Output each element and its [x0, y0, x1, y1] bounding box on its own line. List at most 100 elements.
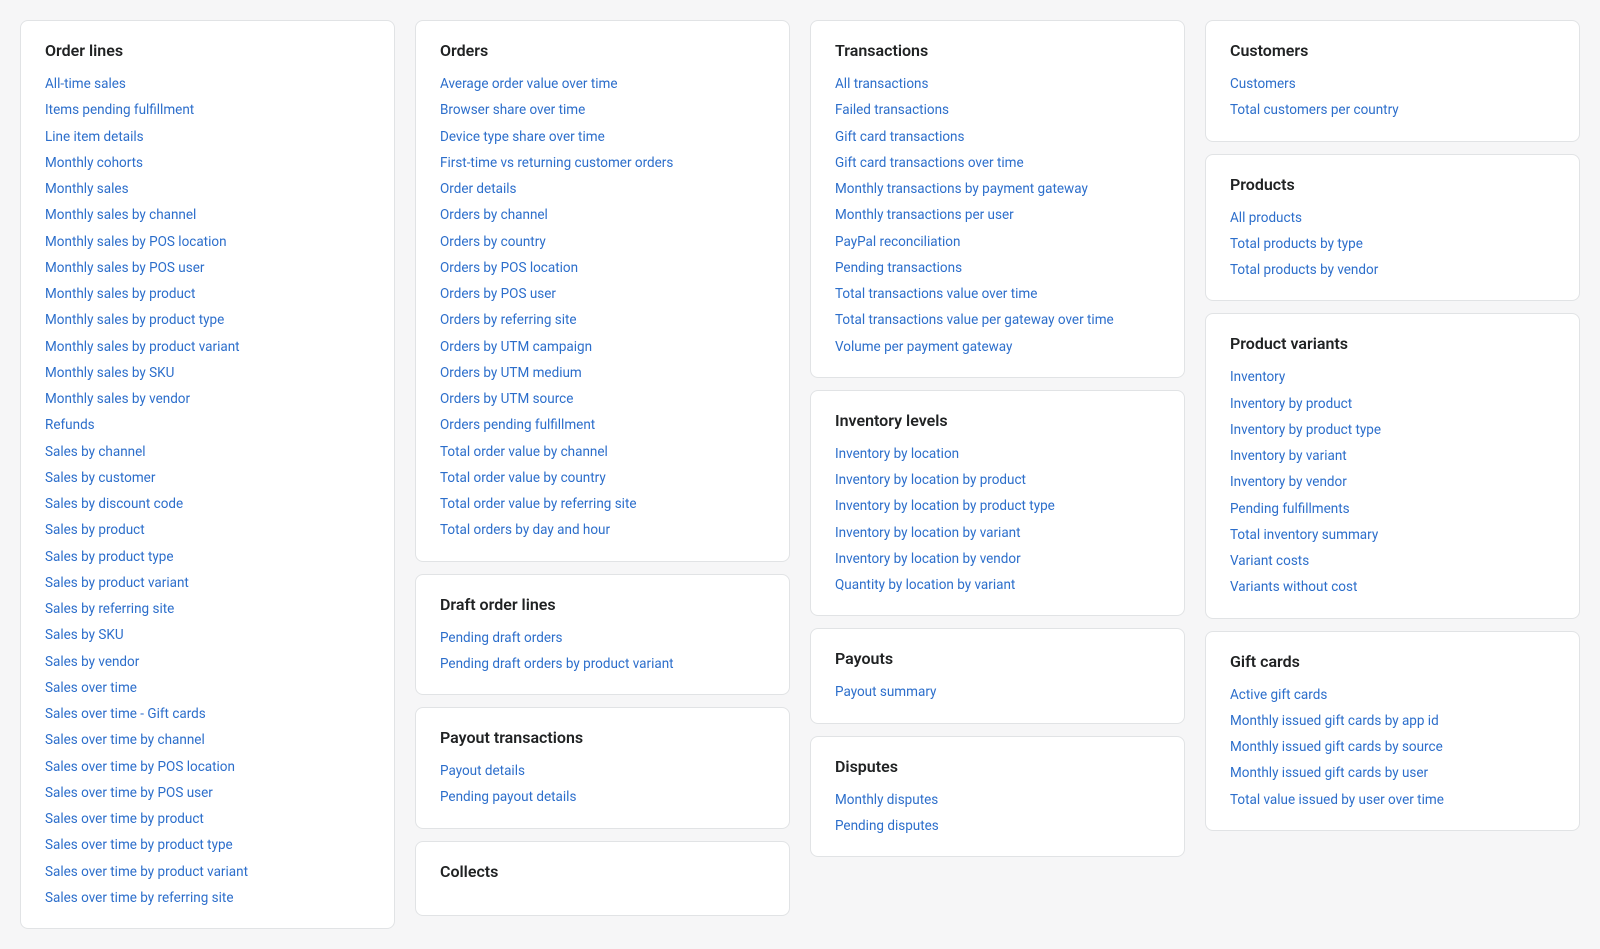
card-products-card: ProductsAll productsTotal products by ty… — [1205, 154, 1580, 302]
report-link[interactable]: Pending payout details — [440, 787, 765, 807]
report-link[interactable]: Monthly sales by vendor — [45, 389, 370, 409]
report-link[interactable]: Monthly sales by product type — [45, 310, 370, 330]
report-link[interactable]: Sales over time - Gift cards — [45, 704, 370, 724]
report-link[interactable]: Average order value over time — [440, 74, 765, 94]
report-link[interactable]: Inventory by location by variant — [835, 523, 1160, 543]
report-link[interactable]: Total order value by country — [440, 468, 765, 488]
report-link[interactable]: Order details — [440, 179, 765, 199]
report-link[interactable]: Pending draft orders — [440, 628, 765, 648]
report-link[interactable]: Payout details — [440, 761, 765, 781]
report-link[interactable]: Inventory by location by product type — [835, 496, 1160, 516]
report-link[interactable]: Inventory by location — [835, 444, 1160, 464]
report-link[interactable]: Total value issued by user over time — [1230, 790, 1555, 810]
report-link[interactable]: Customers — [1230, 74, 1555, 94]
report-link[interactable]: Total products by type — [1230, 234, 1555, 254]
report-link[interactable]: Sales over time by product type — [45, 835, 370, 855]
report-link[interactable]: Pending disputes — [835, 816, 1160, 836]
report-link[interactable]: Payout summary — [835, 682, 1160, 702]
card-title-draft-order-lines-card: Draft order lines — [440, 595, 765, 614]
report-link[interactable]: Sales over time by referring site — [45, 888, 370, 908]
report-link[interactable]: Inventory by location by product — [835, 470, 1160, 490]
report-link[interactable]: Sales by product variant — [45, 573, 370, 593]
report-link[interactable]: Failed transactions — [835, 100, 1160, 120]
report-link[interactable]: Sales over time — [45, 678, 370, 698]
report-link[interactable]: Sales over time by POS user — [45, 783, 370, 803]
report-link[interactable]: Total orders by day and hour — [440, 520, 765, 540]
report-link[interactable]: Monthly disputes — [835, 790, 1160, 810]
report-link[interactable]: Total products by vendor — [1230, 260, 1555, 280]
report-link[interactable]: Inventory by product type — [1230, 420, 1555, 440]
report-link[interactable]: Gift card transactions — [835, 127, 1160, 147]
report-link[interactable]: Monthly sales by channel — [45, 205, 370, 225]
report-link[interactable]: Monthly sales by POS location — [45, 232, 370, 252]
report-link[interactable]: Total transactions value per gateway ove… — [835, 310, 1160, 330]
card-title-payout-transactions-card: Payout transactions — [440, 728, 765, 747]
report-link[interactable]: Sales by product type — [45, 547, 370, 567]
report-link[interactable]: Sales by SKU — [45, 625, 370, 645]
report-link[interactable]: Monthly transactions by payment gateway — [835, 179, 1160, 199]
report-link[interactable]: All products — [1230, 208, 1555, 228]
report-link[interactable]: Orders by POS location — [440, 258, 765, 278]
report-link[interactable]: Orders by referring site — [440, 310, 765, 330]
report-link[interactable]: Orders by country — [440, 232, 765, 252]
report-link[interactable]: Total transactions value over time — [835, 284, 1160, 304]
link-list-draft-order-lines-card: Pending draft orders Pending draft orders… — [440, 628, 765, 675]
report-link[interactable]: Total inventory summary — [1230, 525, 1555, 545]
report-link[interactable]: Sales by customer — [45, 468, 370, 488]
report-link[interactable]: Orders by channel — [440, 205, 765, 225]
card-title-customers-card: Customers — [1230, 41, 1555, 60]
report-link[interactable]: Orders pending fulfillment — [440, 415, 765, 435]
report-link[interactable]: Sales by product — [45, 520, 370, 540]
report-link[interactable]: Inventory by variant — [1230, 446, 1555, 466]
report-link[interactable]: Sales by discount code — [45, 494, 370, 514]
report-link[interactable]: Monthly issued gift cards by user — [1230, 763, 1555, 783]
report-link[interactable]: Inventory by location by vendor — [835, 549, 1160, 569]
report-link[interactable]: Items pending fulfillment — [45, 100, 370, 120]
report-link[interactable]: Device type share over time — [440, 127, 765, 147]
report-link[interactable]: Sales over time by product variant — [45, 862, 370, 882]
report-link[interactable]: Monthly sales by POS user — [45, 258, 370, 278]
report-link[interactable]: Monthly sales by SKU — [45, 363, 370, 383]
report-link[interactable]: Browser share over time — [440, 100, 765, 120]
report-link[interactable]: Variant costs — [1230, 551, 1555, 571]
report-link[interactable]: Variants without cost — [1230, 577, 1555, 597]
report-link[interactable]: Orders by UTM campaign — [440, 337, 765, 357]
report-link[interactable]: Inventory by vendor — [1230, 472, 1555, 492]
report-link[interactable]: Total order value by channel — [440, 442, 765, 462]
report-link[interactable]: Orders by UTM medium — [440, 363, 765, 383]
report-link[interactable]: Pending transactions — [835, 258, 1160, 278]
report-link[interactable]: Monthly issued gift cards by app id — [1230, 711, 1555, 731]
report-link[interactable]: Active gift cards — [1230, 685, 1555, 705]
report-link[interactable]: Total customers per country — [1230, 100, 1555, 120]
report-link[interactable]: Monthly transactions per user — [835, 205, 1160, 225]
report-link[interactable]: Sales by channel — [45, 442, 370, 462]
report-link[interactable]: All transactions — [835, 74, 1160, 94]
report-link[interactable]: All-time sales — [45, 74, 370, 94]
report-link[interactable]: Sales by referring site — [45, 599, 370, 619]
link-list-inventory-levels-card: Inventory by location Inventory by locati… — [835, 444, 1160, 596]
report-link[interactable]: Sales over time by POS location — [45, 757, 370, 777]
report-link[interactable]: Total order value by referring site — [440, 494, 765, 514]
report-link[interactable]: Volume per payment gateway — [835, 337, 1160, 357]
report-link[interactable]: Line item details — [45, 127, 370, 147]
report-link[interactable]: Monthly sales by product — [45, 284, 370, 304]
report-link[interactable]: Pending fulfillments — [1230, 499, 1555, 519]
report-link[interactable]: Inventory — [1230, 367, 1555, 387]
page-container: Order linesAll-time salesItems pending f… — [0, 0, 1600, 949]
report-link[interactable]: Monthly sales by product variant — [45, 337, 370, 357]
report-link[interactable]: First-time vs returning customer orders — [440, 153, 765, 173]
report-link[interactable]: Inventory by product — [1230, 394, 1555, 414]
report-link[interactable]: Sales over time by channel — [45, 730, 370, 750]
report-link[interactable]: Gift card transactions over time — [835, 153, 1160, 173]
report-link[interactable]: Sales over time by product — [45, 809, 370, 829]
report-link[interactable]: Pending draft orders by product variant — [440, 654, 765, 674]
report-link[interactable]: Monthly issued gift cards by source — [1230, 737, 1555, 757]
report-link[interactable]: PayPal reconciliation — [835, 232, 1160, 252]
report-link[interactable]: Refunds — [45, 415, 370, 435]
report-link[interactable]: Orders by POS user — [440, 284, 765, 304]
report-link[interactable]: Monthly sales — [45, 179, 370, 199]
report-link[interactable]: Quantity by location by variant — [835, 575, 1160, 595]
report-link[interactable]: Orders by UTM source — [440, 389, 765, 409]
report-link[interactable]: Monthly cohorts — [45, 153, 370, 173]
report-link[interactable]: Sales by vendor — [45, 652, 370, 672]
